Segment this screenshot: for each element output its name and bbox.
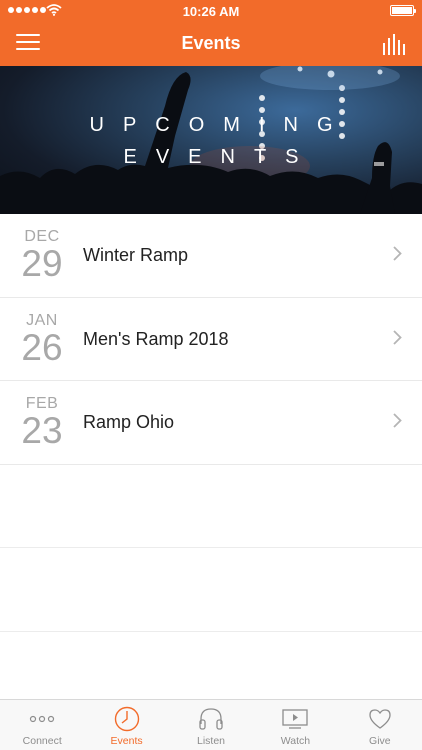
tab-label: Watch bbox=[280, 735, 311, 747]
nav-bar: Events bbox=[0, 22, 422, 66]
headphones-icon bbox=[199, 708, 223, 730]
equalizer-icon[interactable] bbox=[382, 34, 408, 56]
event-date: FEB 23 bbox=[14, 395, 70, 451]
hero-title-line1: UPCOMING bbox=[89, 114, 352, 136]
tab-connect[interactable]: Connect bbox=[0, 700, 84, 750]
event-name: Men's Ramp 2018 bbox=[83, 328, 229, 349]
tab-bar: Connect Events Listen Watch Give bbox=[0, 699, 422, 750]
tab-listen[interactable]: Listen bbox=[169, 700, 253, 750]
tab-watch[interactable]: Watch bbox=[253, 700, 337, 750]
chevron-right-icon bbox=[393, 413, 402, 428]
tab-label: Give bbox=[369, 735, 391, 747]
status-time: 10:26 AM bbox=[182, 4, 240, 19]
event-row-ramp-ohio[interactable]: FEB 23 Ramp Ohio bbox=[0, 381, 422, 465]
tab-label: Connect bbox=[22, 735, 62, 747]
clock-icon bbox=[114, 706, 139, 732]
event-day: 26 bbox=[21, 326, 63, 368]
heart-icon bbox=[369, 709, 391, 729]
tab-events[interactable]: Events bbox=[84, 700, 168, 750]
status-bar: 10:26 AM bbox=[0, 0, 422, 22]
page-title: Events bbox=[181, 33, 241, 53]
events-screen: 10:26 AM Events UPCOMING EVENTS DEC 29 W… bbox=[0, 0, 422, 750]
tab-label: Listen bbox=[197, 735, 226, 747]
empty-list-row bbox=[0, 548, 422, 632]
tab-give[interactable]: Give bbox=[338, 700, 422, 750]
concert-crowd-image bbox=[0, 66, 422, 214]
hero-title-line2: EVENTS bbox=[123, 146, 318, 168]
event-row-mens-ramp-2018[interactable]: JAN 26 Men's Ramp 2018 bbox=[0, 298, 422, 381]
event-date: DEC 29 bbox=[14, 228, 70, 284]
event-date: JAN 26 bbox=[14, 312, 70, 368]
event-name: Winter Ramp bbox=[83, 245, 189, 265]
empty-list-row bbox=[0, 465, 422, 548]
chevron-right-icon bbox=[393, 246, 402, 261]
chevron-right-icon bbox=[393, 329, 402, 345]
dots-icon bbox=[30, 715, 55, 723]
tab-label: Events bbox=[110, 735, 143, 747]
hero-banner: UPCOMING EVENTS bbox=[0, 66, 422, 214]
event-day: 29 bbox=[21, 243, 63, 284]
play-screen-icon bbox=[282, 709, 309, 729]
event-day: 23 bbox=[21, 410, 63, 451]
event-row-winter-ramp[interactable]: DEC 29 Winter Ramp bbox=[0, 214, 422, 298]
events-list: DEC 29 Winter Ramp JAN 26 Men's Ramp 201… bbox=[0, 214, 422, 715]
battery-icon bbox=[390, 5, 416, 16]
event-name: Ramp Ohio bbox=[83, 412, 175, 432]
